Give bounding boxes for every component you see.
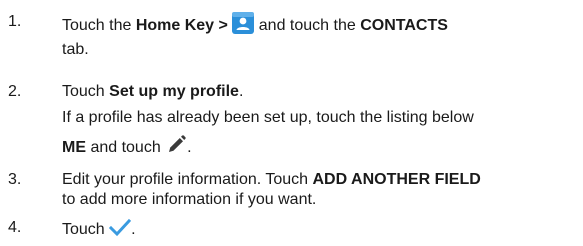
step-2-line-3: ME and touch .: [62, 134, 192, 162]
step-2-line-1: Touch Set up my profile.: [62, 83, 244, 100]
step-1-line-1: Touch the Home Key > and touch the CONTA…: [62, 12, 448, 40]
add-another-field-label: ADD ANOTHER FIELD: [312, 171, 481, 188]
me-label: ME: [62, 139, 86, 156]
contacts-app-icon: [232, 12, 255, 40]
set-up-profile-label: Set up my profile: [109, 83, 239, 100]
step-3-line-1: Edit your profile information. Touch ADD…: [62, 171, 481, 188]
step-number: 1.: [8, 13, 22, 30]
step-2-line-2: If a profile has already been set up, to…: [62, 109, 474, 126]
checkmark-icon: [109, 218, 132, 244]
home-key-label: Home Key >: [135, 17, 228, 34]
pencil-icon: [165, 134, 187, 162]
step-4-line-1: Touch .: [62, 218, 136, 244]
step-number: 2.: [8, 83, 22, 100]
step-1-line-2: tab.: [62, 41, 89, 58]
step-number: 3.: [8, 171, 22, 188]
step-number: 4.: [8, 219, 22, 236]
contacts-tab-label: CONTACTS: [360, 17, 448, 34]
step-3-line-2: to add more information if you want.: [62, 191, 317, 208]
